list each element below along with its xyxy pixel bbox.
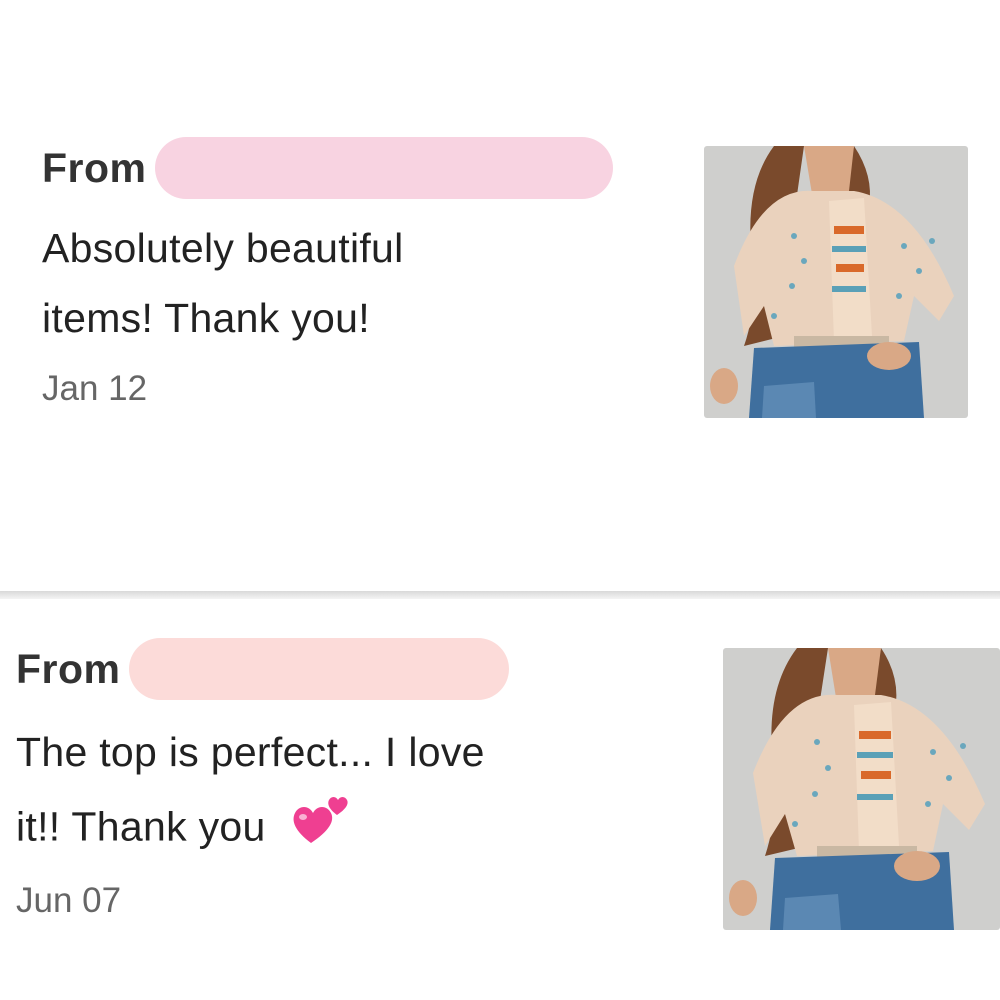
review-card-1: From Absolutely beautiful items! Thank y… — [0, 0, 1000, 592]
review-date: Jun 07 — [16, 881, 122, 920]
review-text: Absolutely beautiful items! Thank you! — [42, 213, 404, 353]
redacted-username — [128, 638, 509, 700]
product-thumbnail[interactable] — [704, 146, 968, 418]
blouse-photo — [723, 648, 1000, 930]
from-label: From — [16, 645, 121, 692]
review-divider — [0, 591, 1000, 599]
blouse-photo — [704, 146, 968, 418]
review-text-line-2-text: it!! Thank you — [16, 803, 266, 850]
review-text: The top is perfect... I love it!! Thank … — [16, 717, 485, 872]
review-sender-row: From — [16, 638, 509, 700]
review-sender-row: From — [42, 137, 613, 199]
review-text-line-1: The top is perfect... I love — [16, 729, 485, 775]
review-text-line-2: it!! Thank you — [16, 787, 485, 872]
product-thumbnail[interactable] — [723, 648, 1000, 930]
redacted-username — [154, 137, 613, 199]
from-label: From — [42, 144, 147, 191]
review-card-2: From The top is perfect... I love it!! T… — [0, 600, 1000, 1000]
two-hearts-icon — [289, 787, 353, 872]
review-text-line-1: Absolutely beautiful — [42, 225, 404, 271]
review-text-line-2: items! Thank you! — [42, 295, 370, 341]
review-date: Jan 12 — [42, 369, 148, 408]
